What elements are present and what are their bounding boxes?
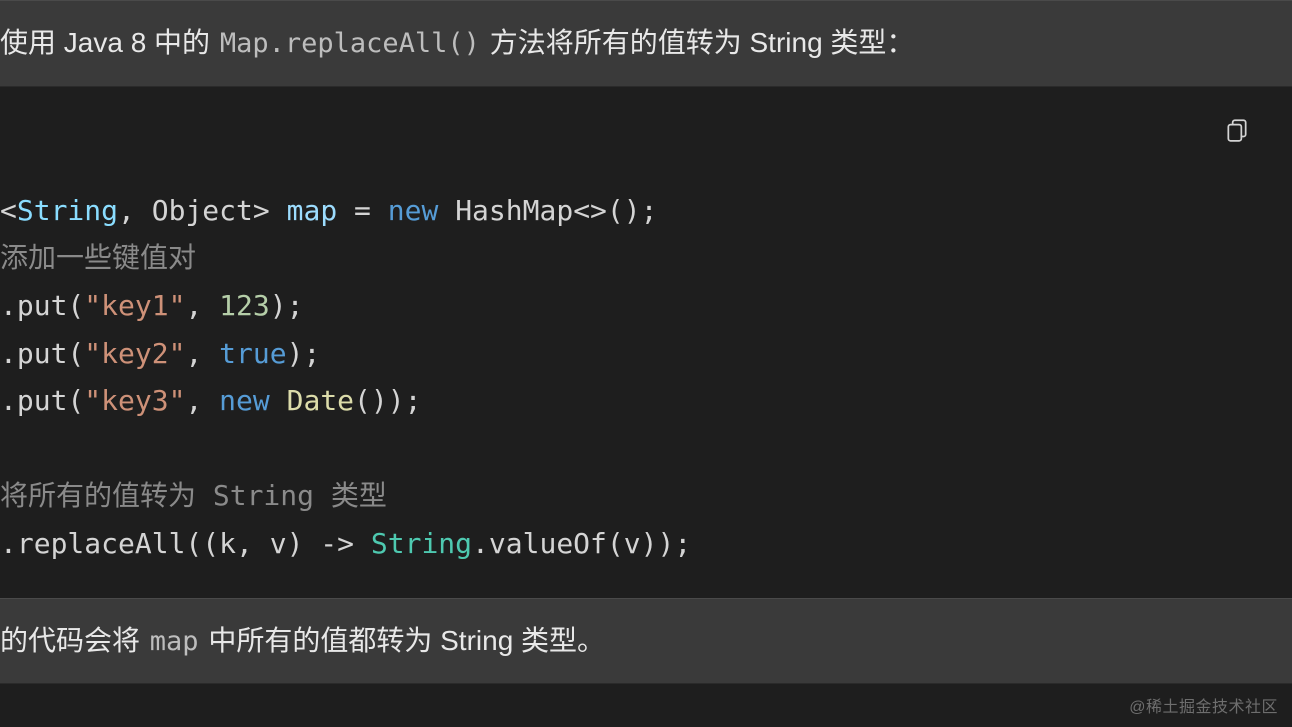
code-token: ()); bbox=[354, 384, 421, 417]
code-token: new bbox=[388, 194, 439, 227]
copy-icon bbox=[1224, 117, 1250, 143]
outro-inline-code: map bbox=[148, 626, 201, 657]
code-token: , bbox=[185, 289, 219, 322]
intro-inline-code: Map.replaceAll() bbox=[218, 28, 482, 59]
code-token: "key3" bbox=[84, 384, 185, 417]
code-token: .put( bbox=[0, 384, 84, 417]
code-block: <String, Object> map = new HashMap<>(); … bbox=[0, 87, 1292, 598]
intro-text-2: 方法将所有的值转为 String 类型： bbox=[482, 27, 914, 58]
intro-paragraph: 使用 Java 8 中的 Map.replaceAll() 方法将所有的值转为 … bbox=[0, 0, 1292, 87]
code-token: > bbox=[253, 194, 287, 227]
code-token: .put( bbox=[0, 289, 84, 322]
code-content: <String, Object> map = new HashMap<>(); … bbox=[0, 117, 1292, 598]
code-token: map bbox=[287, 194, 338, 227]
code-comment: 添加一些键值对 bbox=[0, 241, 196, 274]
watermark: @稀土掘金技术社区 bbox=[1129, 693, 1278, 717]
code-token bbox=[270, 384, 287, 417]
code-token: String bbox=[17, 194, 118, 227]
code-token: HashMap<>(); bbox=[438, 194, 657, 227]
code-token: new bbox=[219, 384, 270, 417]
code-token: .valueOf(v)); bbox=[472, 527, 691, 560]
code-token: .replaceAll((k, v) -> bbox=[0, 527, 371, 560]
code-token: "key1" bbox=[84, 289, 185, 322]
code-token: String bbox=[371, 527, 472, 560]
code-token: Date bbox=[287, 384, 354, 417]
code-token: , bbox=[118, 194, 135, 227]
code-token: ); bbox=[270, 289, 304, 322]
code-token: .put( bbox=[0, 337, 84, 370]
code-comment: 将所有的值转为 String 类型 bbox=[0, 479, 387, 512]
code-token: "key2" bbox=[84, 337, 185, 370]
outro-text-2: 中所有的值都转为 String 类型。 bbox=[201, 625, 605, 656]
code-token: true bbox=[219, 337, 286, 370]
outro-text-1: 的代码会将 bbox=[0, 625, 148, 656]
code-token: , bbox=[185, 337, 219, 370]
code-token: , bbox=[185, 384, 219, 417]
code-token: 123 bbox=[219, 289, 270, 322]
intro-text-1: 使用 Java 8 中的 bbox=[0, 27, 218, 58]
code-token: < bbox=[0, 194, 17, 227]
code-token: Object bbox=[135, 194, 253, 227]
code-token: = bbox=[337, 194, 388, 227]
code-token: ); bbox=[287, 337, 321, 370]
outro-paragraph: 的代码会将 map 中所有的值都转为 String 类型。 bbox=[0, 598, 1292, 685]
copy-button[interactable] bbox=[1224, 117, 1254, 147]
